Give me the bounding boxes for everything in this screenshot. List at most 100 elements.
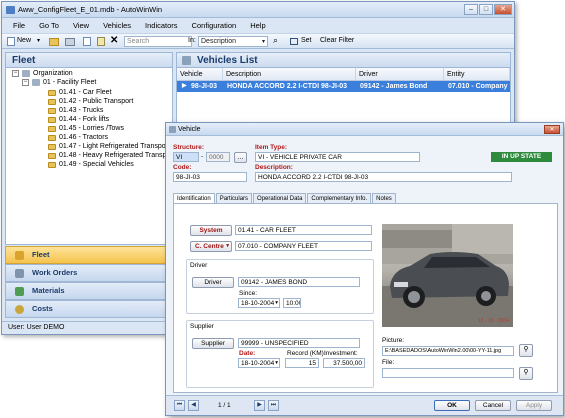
- set-icon: [290, 38, 298, 45]
- cell-description: HONDA ACCORD 2.2 I-CTDI 98-JI-03: [227, 83, 348, 90]
- close-button[interactable]: ✕: [494, 4, 512, 15]
- column-header-vehicle[interactable]: Vehicle: [177, 68, 223, 81]
- nav-materials[interactable]: Materials: [5, 282, 173, 300]
- tree-item-label: 01.41 - Car Fleet: [59, 89, 112, 96]
- investment-field[interactable]: 37.500,00: [323, 358, 365, 368]
- tab-particulars[interactable]: Particulars: [215, 193, 253, 203]
- attach-file-button[interactable]: ⚲: [519, 367, 533, 380]
- tree-item[interactable]: 01.41 - Car Fleet: [48, 89, 112, 96]
- menu-bar: File Go To View Vehicles Indicators Conf…: [2, 19, 514, 32]
- structure-browse-button[interactable]: …: [234, 152, 247, 163]
- tree-item[interactable]: 01.44 - Fork lifts: [48, 116, 109, 123]
- since-date-field[interactable]: 18-10-2004 ▾: [238, 298, 280, 308]
- purchase-date-field[interactable]: 18-10-2004 ▾: [238, 358, 280, 368]
- description-field[interactable]: HONDA ACCORD 2.2 I-CTDI 98-JI-03: [255, 172, 512, 182]
- menu-configuration[interactable]: Configuration: [192, 21, 237, 32]
- picture-path-field[interactable]: E:\BASEDADOS\AutoWinWin2.00\00-YY-11.jpg: [382, 346, 514, 356]
- maximize-button[interactable]: □: [479, 4, 493, 15]
- nav-fleet[interactable]: Fleet: [5, 246, 173, 264]
- system-button[interactable]: System: [190, 225, 232, 236]
- tab-complementary-info[interactable]: Complementary Info.: [307, 193, 372, 203]
- code-field[interactable]: 98-JI-03: [173, 172, 247, 182]
- column-header-entity[interactable]: Entity: [444, 68, 510, 81]
- column-header-driver[interactable]: Driver: [356, 68, 444, 81]
- tree-group[interactable]: − 01 - Facility Fleet: [22, 79, 96, 86]
- folder-icon: [48, 134, 56, 141]
- nav-fleet-label: Fleet: [32, 250, 50, 259]
- chevron-down-icon: ▾: [226, 243, 229, 249]
- supplier-button[interactable]: Supplier: [192, 338, 234, 349]
- tab-operational-data[interactable]: Operational Data: [253, 193, 307, 203]
- organization-icon: [22, 70, 30, 77]
- delete-icon[interactable]: ✕: [110, 35, 118, 46]
- structure-separator: -: [201, 153, 204, 160]
- attach-picture-button[interactable]: ⚲: [519, 344, 533, 357]
- column-header-description[interactable]: Description: [223, 68, 356, 81]
- cost-centre-button[interactable]: C. Centre ▾: [190, 241, 232, 252]
- first-record-button[interactable]: ⏮: [174, 400, 185, 411]
- chevron-down-icon: ▾: [275, 300, 278, 306]
- clear-filter-button[interactable]: Clear Filter: [320, 37, 354, 44]
- menu-view[interactable]: View: [73, 21, 89, 32]
- next-record-button[interactable]: ▶: [254, 400, 265, 411]
- tree-item[interactable]: 01.45 - Lorries /Tows: [48, 125, 124, 132]
- investment-label: Investment:: [324, 350, 358, 357]
- vehicle-photo: 13 - 10 - 2004: [382, 224, 513, 327]
- tree-item[interactable]: 01.48 - Heavy Refrigerated Transport: [48, 152, 175, 159]
- tree-item[interactable]: 01.49 - Special Vehicles: [48, 161, 134, 168]
- in-label: In:: [188, 37, 196, 44]
- description-label: Description:: [255, 164, 293, 171]
- since-date-value: 18-10-2004: [241, 300, 275, 307]
- nav-costs[interactable]: Costs: [5, 300, 173, 318]
- set-button[interactable]: Set: [301, 37, 312, 44]
- tree-item-label: 01.45 - Lorries /Tows: [59, 125, 124, 132]
- ok-button[interactable]: OK: [434, 400, 470, 411]
- collapse-icon[interactable]: −: [12, 70, 19, 77]
- tree-group-label: 01 - Facility Fleet: [43, 79, 97, 86]
- minimize-button[interactable]: –: [464, 4, 478, 15]
- dialog-close-button[interactable]: ✕: [544, 125, 560, 134]
- tree-item-label: 01.43 - Trucks: [59, 107, 104, 114]
- search-input[interactable]: Search: [124, 36, 192, 47]
- search-field-select[interactable]: Description ▾: [198, 36, 268, 47]
- vehicles-list-title: Vehicles List: [176, 52, 511, 68]
- menu-help[interactable]: Help: [250, 21, 265, 32]
- menu-goto[interactable]: Go To: [39, 21, 59, 32]
- menu-vehicles[interactable]: Vehicles: [103, 21, 131, 32]
- table-row[interactable]: ▶ 98-JI-03 HONDA ACCORD 2.2 I-CTDI 98-JI…: [177, 81, 510, 101]
- structure-field-1[interactable]: VI: [173, 152, 199, 162]
- cell-entity: 07.010 - Company ...: [448, 83, 508, 101]
- record-km-field[interactable]: 15: [285, 358, 319, 368]
- item-type-field[interactable]: VI - VEHICLE PRIVATE CAR: [255, 152, 420, 162]
- nav-work-orders[interactable]: Work Orders: [5, 264, 173, 282]
- tree-item[interactable]: 01.47 - Light Refrigerated Transport: [48, 143, 170, 150]
- collapse-icon[interactable]: −: [22, 79, 29, 86]
- menu-file[interactable]: File: [13, 21, 25, 32]
- tree-item[interactable]: 01.46 - Tractors: [48, 134, 108, 141]
- folder-icon: [48, 116, 56, 123]
- driver-group-label: Driver: [190, 262, 208, 269]
- file-path-field[interactable]: [382, 368, 514, 378]
- item-type-label: Item Type:: [255, 144, 288, 151]
- tree-root[interactable]: − Organization: [12, 70, 73, 77]
- since-time-field[interactable]: 10:00: [283, 298, 301, 308]
- print-icon[interactable]: [65, 38, 75, 46]
- search-icon[interactable]: ⌕: [273, 35, 278, 46]
- vehicles-list-title-text: Vehicles List: [197, 55, 258, 66]
- new-dropdown-icon[interactable]: ▾: [37, 37, 40, 44]
- tree-item[interactable]: 01.43 - Trucks: [48, 107, 103, 114]
- copy-icon[interactable]: [83, 37, 91, 46]
- last-record-button[interactable]: ⏭: [268, 400, 279, 411]
- cancel-button[interactable]: Cancel: [475, 400, 511, 411]
- nav-work-orders-label: Work Orders: [32, 268, 78, 277]
- driver-button[interactable]: Driver: [192, 277, 234, 288]
- tab-notes[interactable]: Notes: [372, 193, 396, 203]
- tree-item[interactable]: 01.42 - Public Transport: [48, 98, 133, 105]
- dialog-footer: ⏮ ◀ 1 / 1 ▶ ⏭ OK Cancel Apply: [166, 395, 563, 415]
- paste-icon[interactable]: [97, 37, 105, 46]
- apply-button[interactable]: Apply: [516, 400, 552, 411]
- new-button[interactable]: New: [17, 37, 31, 44]
- previous-record-button[interactable]: ◀: [188, 400, 199, 411]
- open-folder-icon[interactable]: [49, 38, 59, 46]
- menu-indicators[interactable]: Indicators: [145, 21, 178, 32]
